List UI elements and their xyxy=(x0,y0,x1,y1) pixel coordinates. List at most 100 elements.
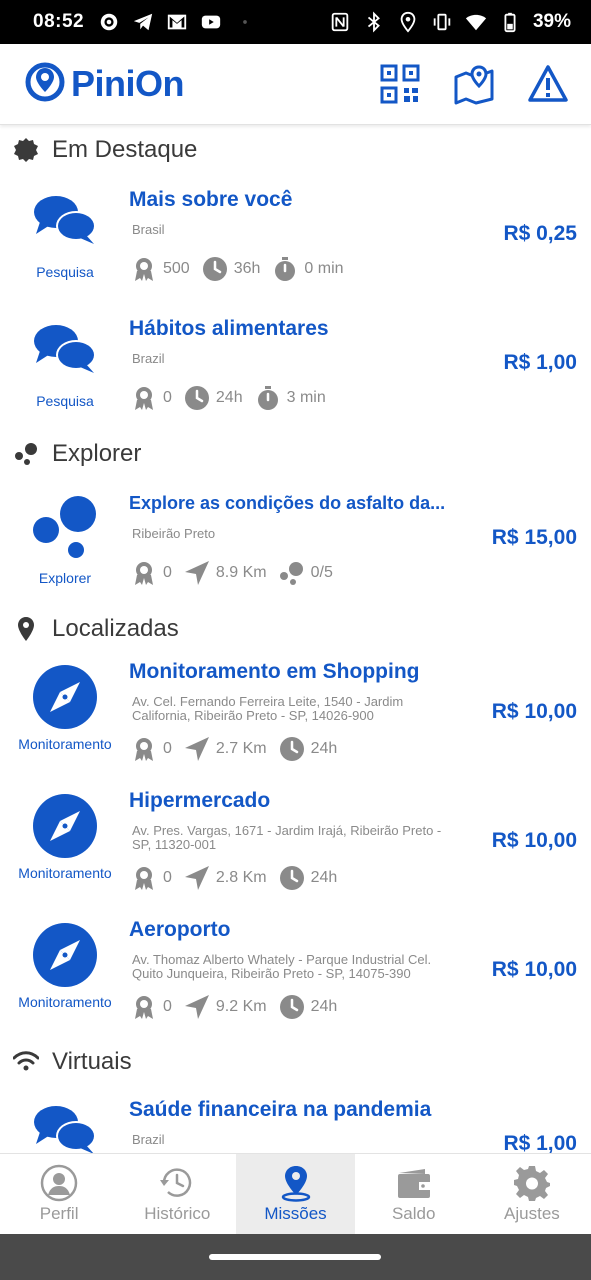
stat-progress: 0/5 xyxy=(279,560,333,586)
user-icon xyxy=(40,1164,78,1202)
nav-label: Perfil xyxy=(39,1204,79,1223)
nav-perfil[interactable]: Perfil xyxy=(0,1154,118,1234)
vibrate-icon xyxy=(431,11,453,33)
warning-icon[interactable] xyxy=(527,63,569,105)
app-header: PiniOn xyxy=(0,44,591,125)
navigation-arrow-icon xyxy=(184,737,209,761)
section-title: Localizadas xyxy=(52,615,179,642)
mission-title[interactable]: Aeroporto xyxy=(129,918,231,942)
stat-distance: 8.9 Km xyxy=(184,560,267,586)
map-marker-icon xyxy=(13,616,39,642)
mission-type: Monitoramento xyxy=(18,994,112,1010)
status-bar: 08:52 39% xyxy=(0,0,591,44)
map-pin-icon[interactable] xyxy=(453,63,495,105)
system-icons: 39% xyxy=(329,11,571,33)
clock-icon xyxy=(202,257,227,281)
qr-code-icon[interactable] xyxy=(379,63,421,105)
ribbon-icon xyxy=(135,258,153,281)
nav-label: Histórico xyxy=(144,1204,211,1223)
telegram-icon xyxy=(132,11,154,33)
mission-card[interactable]: Monitoramento Monitoramento em Shopping … xyxy=(0,660,591,792)
nav-label: Ajustes xyxy=(504,1204,560,1223)
mission-title[interactable]: Hábitos alimentares xyxy=(129,317,329,341)
nav-missoes[interactable]: Missões xyxy=(236,1154,355,1234)
mission-card[interactable]: Pesquisa Hábitos alimentares Brazil 0 24… xyxy=(0,317,591,449)
ribbon-icon xyxy=(135,562,153,585)
pinion-logo: PiniOn xyxy=(22,62,185,106)
mission-location: Ribeirão Preto xyxy=(132,526,216,541)
mission-type: Explorer xyxy=(38,570,92,586)
stat-distance: 9.2 Km xyxy=(184,994,267,1020)
mission-stats: 500 36h 0 min xyxy=(131,256,356,282)
mission-location: Av. Cel. Fernando Ferreira Leite, 1540 -… xyxy=(132,694,404,723)
stat-points: 0 xyxy=(131,385,172,411)
stat-duration: 24h xyxy=(279,736,337,762)
nfc-icon xyxy=(329,11,351,33)
mission-card[interactable]: Pesquisa Mais sobre você Brasil 500 36h … xyxy=(0,188,591,320)
mission-price: R$ 10,00 xyxy=(491,958,577,981)
compass-icon xyxy=(33,923,97,987)
logo-text: PiniOn xyxy=(71,63,185,104)
mission-card[interactable]: Monitoramento Aeroporto Av. Thomaz Alber… xyxy=(0,918,591,1050)
wallet-icon xyxy=(397,1169,430,1198)
mission-stats: 0 2.7 Km 24h xyxy=(131,736,349,762)
notification-icons xyxy=(98,11,256,33)
navigation-arrow-icon xyxy=(184,995,209,1019)
stat-time: 0 min xyxy=(272,256,344,282)
mission-title[interactable]: Explore as condições do asfalto da... xyxy=(129,493,445,514)
nav-saldo[interactable]: Saldo xyxy=(355,1154,473,1234)
nav-label: Missões xyxy=(264,1204,327,1223)
gear-icon xyxy=(513,1166,550,1201)
chat-bubbles-icon xyxy=(34,325,96,373)
mission-location: Av. Thomaz Alberto Whately - Parque Indu… xyxy=(132,952,432,981)
mission-location: Av. Pres. Vargas, 1671 - Jardim Irajá, R… xyxy=(132,823,442,852)
status-time: 08:52 xyxy=(33,11,85,32)
mission-price: R$ 10,00 xyxy=(491,829,577,852)
mission-title[interactable]: Mais sobre você xyxy=(129,188,292,212)
stat-time: 3 min xyxy=(255,385,326,411)
mission-card[interactable]: Explorer Explore as condições do asfalto… xyxy=(0,493,591,624)
stat-distance: 2.8 Km xyxy=(184,865,267,891)
gmail-icon xyxy=(166,11,188,33)
missions-list[interactable]: Em Destaque Pesquisa Mais sobre você Bra… xyxy=(0,126,591,1153)
ribbon-icon xyxy=(135,867,153,890)
section-title: Em Destaque xyxy=(52,136,198,163)
location-pin-icon xyxy=(281,1166,310,1202)
mission-price: R$ 15,00 xyxy=(491,526,577,549)
wifi-icon xyxy=(465,11,487,33)
pin-logo-icon xyxy=(25,62,65,102)
mission-price: R$ 10,00 xyxy=(491,700,577,723)
stat-points: 500 xyxy=(131,256,190,282)
battery-icon xyxy=(499,11,521,33)
mission-location: Brazil xyxy=(132,351,165,366)
mission-location: Brasil xyxy=(132,222,165,237)
youtube-icon xyxy=(200,11,222,33)
dot-icon xyxy=(234,11,256,33)
section-em-destaque: Em Destaque xyxy=(0,130,197,170)
mission-title[interactable]: Monitoramento em Shopping xyxy=(129,660,419,684)
mission-title[interactable]: Hipermercado xyxy=(129,789,270,813)
ribbon-icon xyxy=(135,387,153,410)
clock-icon xyxy=(184,386,209,410)
mission-location: Brazil xyxy=(132,1132,165,1147)
stat-points: 0 xyxy=(131,865,172,891)
clock-icon xyxy=(279,995,304,1019)
mission-stats: 0 9.2 Km 24h xyxy=(131,994,349,1020)
explorer-dots-icon xyxy=(33,496,96,558)
mission-title[interactable]: Saúde financeira na pandemia xyxy=(129,1098,431,1122)
mission-card[interactable]: Saúde financeira na pandemia Brazil R$ 1… xyxy=(0,1098,591,1153)
bluetooth-icon xyxy=(363,11,385,33)
home-indicator[interactable] xyxy=(209,1254,381,1260)
nav-ajustes[interactable]: Ajustes xyxy=(473,1154,591,1234)
mission-card[interactable]: Monitoramento Hipermercado Av. Pres. Var… xyxy=(0,789,591,921)
stat-points: 0 xyxy=(131,736,172,762)
nav-historico[interactable]: Histórico xyxy=(118,1154,236,1234)
section-title: Explorer xyxy=(52,440,142,467)
location-icon xyxy=(397,11,419,33)
section-localizadas: Localizadas xyxy=(0,609,179,649)
mission-price: R$ 0,25 xyxy=(503,222,577,245)
mission-price: R$ 1,00 xyxy=(503,1132,577,1153)
system-gesture-bar xyxy=(0,1234,591,1280)
ribbon-icon xyxy=(135,996,153,1019)
chat-bubbles-icon xyxy=(34,1106,96,1153)
